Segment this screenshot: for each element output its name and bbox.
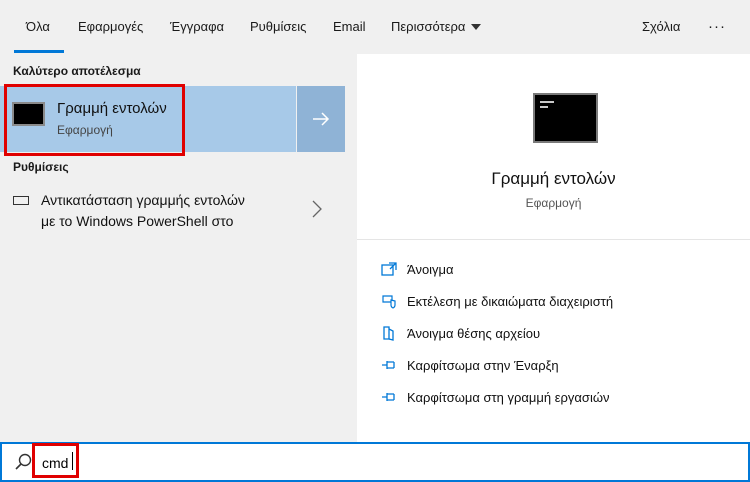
red-highlight-box [4, 84, 185, 156]
action-open-file-location-label: Άνοιγμα θέσης αρχείου [407, 325, 541, 341]
action-pin-to-start-label: Καρφίτσωμα στην Έναρξη [407, 357, 559, 373]
pin-icon [382, 361, 395, 369]
chevron-right-icon[interactable] [312, 200, 322, 218]
tab-all[interactable]: Όλα [26, 0, 50, 54]
tab-documents[interactable]: Έγγραφα [170, 0, 224, 54]
tab-settings[interactable]: Ρυθμίσεις [250, 0, 306, 54]
search-input[interactable] [42, 452, 542, 474]
preview-panel: Γραμμή εντολών Εφαρμογή Άνοιγμα Εκτέλεση… [357, 54, 750, 442]
search-icon [15, 453, 32, 470]
tab-more[interactable]: Περισσότερα [391, 0, 482, 54]
action-pin-to-taskbar-label: Καρφίτσωμα στη γραμμή εργασιών [407, 389, 610, 405]
pin-icon [382, 393, 395, 401]
preview-subtitle: Εφαρμογή [525, 196, 582, 210]
tab-more-label: Περισσότερα [391, 19, 466, 34]
action-open[interactable]: Άνοιγμα [381, 259, 454, 279]
open-preview-button[interactable] [297, 86, 345, 152]
tab-email[interactable]: Email [333, 0, 366, 54]
action-open-file-location[interactable]: Άνοιγμα θέσης αρχείου [381, 323, 540, 343]
search-box[interactable] [0, 442, 750, 482]
tab-apps[interactable]: Εφαρμογές [78, 0, 143, 54]
preview-title: Γραμμή εντολών [491, 169, 616, 188]
text-cursor [72, 452, 73, 470]
admin-shield-icon [382, 295, 396, 309]
arrow-right-icon [313, 112, 330, 126]
action-run-as-admin-label: Εκτέλεση με δικαιώματα διαχειριστή [407, 293, 614, 309]
filter-tab-bar: Όλα Εφαρμογές Έγγραφα Ρυθμίσεις Email Πε… [0, 0, 750, 54]
file-location-icon [383, 326, 394, 341]
open-icon [381, 262, 397, 276]
command-prompt-large-icon [533, 93, 598, 143]
active-tab-indicator [14, 50, 64, 53]
action-open-label: Άνοιγμα [407, 261, 454, 277]
settings-result-line1[interactable]: Αντικατάσταση γραμμής εντολών [41, 192, 245, 208]
settings-result-line2[interactable]: με το Windows PowerShell στο [41, 213, 233, 229]
action-pin-to-start[interactable]: Καρφίτσωμα στην Έναρξη [381, 355, 559, 375]
results-panel: Καλύτερο αποτέλεσμα Γραμμή εντολών Εφαρμ… [0, 54, 345, 442]
more-options-button[interactable]: ··· [708, 0, 726, 54]
settings-monitor-icon [13, 196, 29, 205]
feedback-link[interactable]: Σχόλια [642, 0, 680, 54]
action-run-as-admin[interactable]: Εκτέλεση με δικαιώματα διαχειριστή [381, 291, 613, 311]
action-pin-to-taskbar[interactable]: Καρφίτσωμα στη γραμμή εργασιών [381, 387, 609, 407]
best-match-heading: Καλύτερο αποτέλεσμα [13, 64, 141, 78]
settings-heading: Ρυθμίσεις [13, 160, 69, 174]
chevron-down-icon [471, 24, 482, 30]
divider [357, 239, 750, 240]
